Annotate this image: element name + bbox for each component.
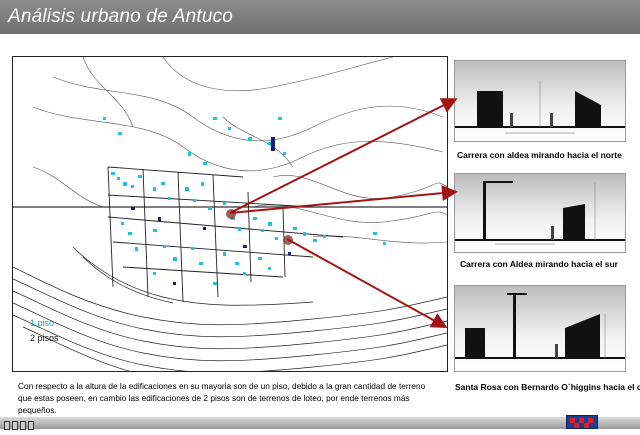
legend-one-floor: 1 piso: [30, 318, 55, 328]
description-text: Con respecto a la altura de la edificaci…: [18, 381, 426, 415]
section-drawing-north: [455, 81, 625, 134]
footer-logo: [4, 417, 38, 430]
legend-two-floors: 2 pisos: [30, 333, 59, 343]
urban-map: [12, 56, 448, 372]
section-caption-west: Santa Rosa con Bernardo O´higgins hacia …: [455, 382, 640, 392]
page-title: Análisis urbano de Antuco: [8, 6, 234, 27]
university-crest-icon: [566, 415, 598, 429]
map-drawing: [13, 57, 447, 371]
street-section-west: [454, 285, 626, 372]
footer-bar: [0, 417, 640, 429]
street-section-north: [454, 60, 626, 142]
section-caption-north: Carrera con aldea mirando hacia el norte: [457, 150, 622, 160]
street-section-south: [454, 173, 626, 253]
header-bar: Análisis urbano de Antuco: [0, 0, 640, 34]
section-drawing-west: [455, 293, 625, 359]
section-drawing-south: [455, 181, 625, 245]
section-caption-south: Carrera con Aldea mirando hacia el sur: [460, 259, 618, 269]
